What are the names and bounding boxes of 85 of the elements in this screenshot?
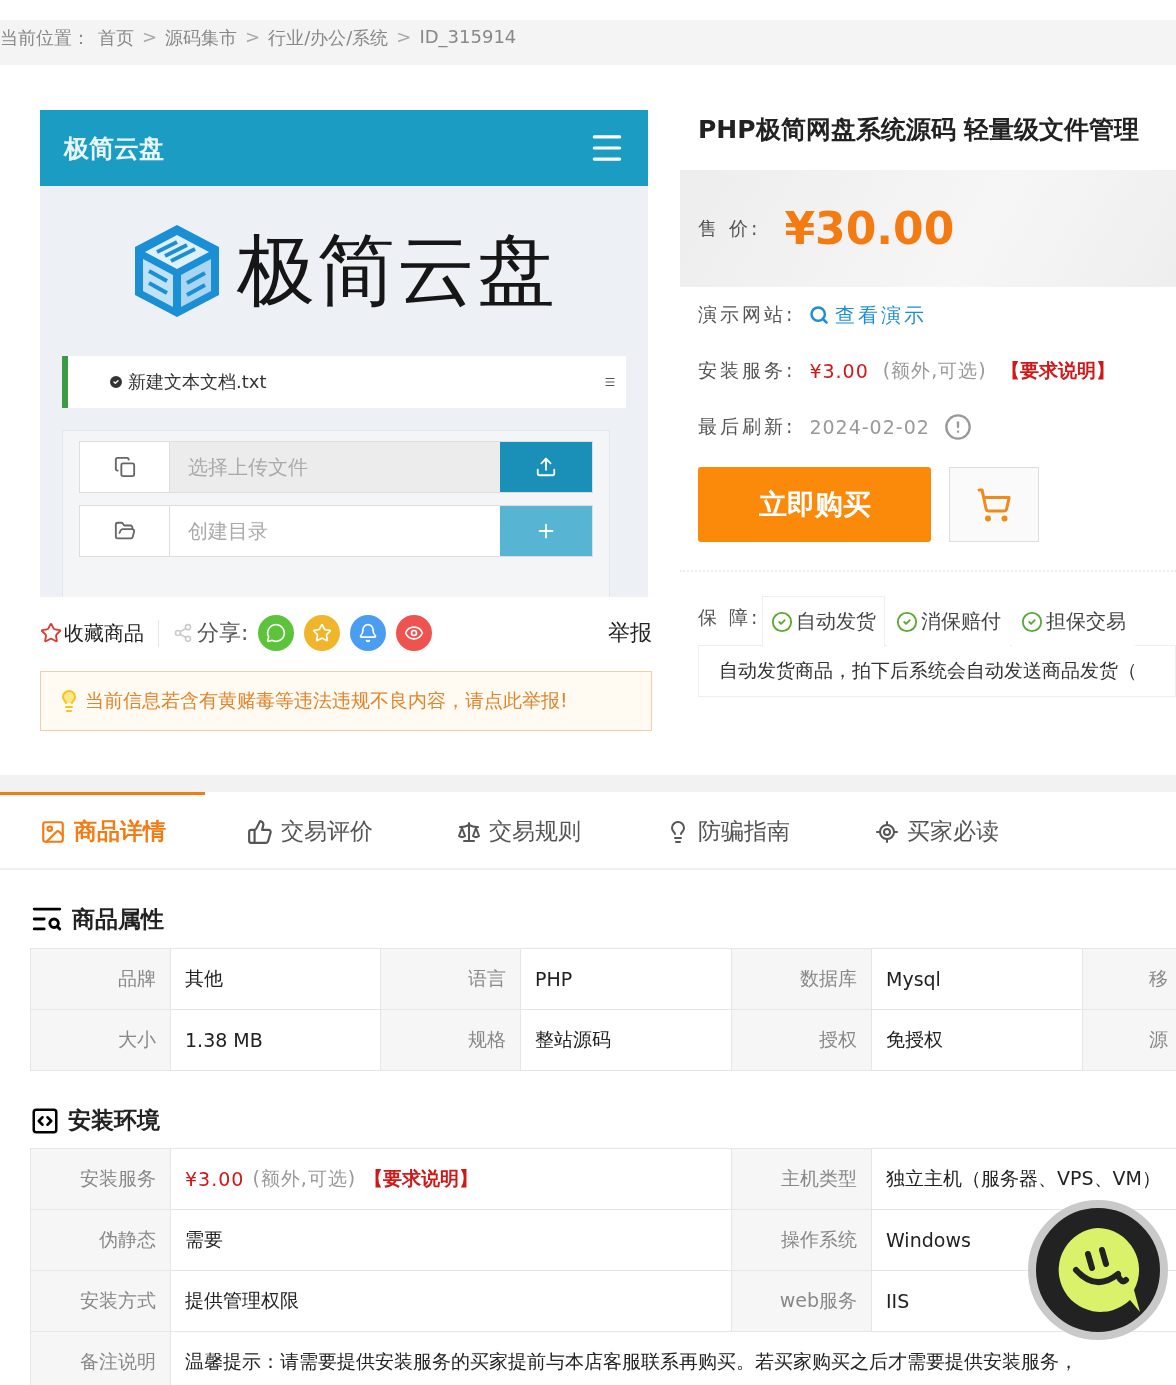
refresh-date: 2024-02-02 xyxy=(809,416,930,438)
install-note: (额外,可选) xyxy=(252,1166,357,1191)
breadcrumb-link[interactable]: 源码集市 xyxy=(165,26,238,50)
label-cell: 备注说明 xyxy=(31,1332,171,1385)
info-label: 最后刷新: xyxy=(698,414,796,439)
copy-icon xyxy=(113,456,136,478)
check-icon xyxy=(108,374,124,390)
share-icon xyxy=(173,623,193,643)
favorite-link[interactable]: 收藏商品 xyxy=(40,619,159,647)
breadcrumb-link[interactable]: 行业/办公/系统 xyxy=(268,26,389,50)
logo-text: 极简云盘 xyxy=(237,223,557,317)
value-cell: 需要 xyxy=(171,1210,732,1271)
eye-icon xyxy=(404,623,425,643)
info-label: 安装服务: xyxy=(698,358,796,383)
thumbs-up-icon xyxy=(246,818,273,845)
bell-icon xyxy=(358,623,379,643)
alert-icon xyxy=(943,413,972,441)
app-title: 极简云盘 xyxy=(64,132,164,165)
check-icon xyxy=(1021,610,1044,633)
bell-share-button[interactable] xyxy=(350,615,387,651)
input-group[interactable]: 选择上传文件 xyxy=(79,441,593,493)
install-price: ¥3.00 xyxy=(185,1168,245,1190)
eye-share-button[interactable] xyxy=(396,615,433,651)
check-icon xyxy=(771,610,794,633)
breadcrumb-label: 当前位置： xyxy=(0,26,90,50)
check-icon xyxy=(896,610,919,633)
label-cell: 主机类型 xyxy=(732,1149,872,1210)
input-group[interactable]: 创建目录 xyxy=(79,505,593,557)
label-cell: 品牌 xyxy=(31,949,171,1010)
guarantee-label: 保 障: xyxy=(698,605,761,630)
picture-frame-icon xyxy=(39,818,66,845)
search-icon xyxy=(809,305,830,325)
price-label: 售 价: xyxy=(698,215,761,241)
crosshair-icon xyxy=(874,819,899,844)
notice-text: 新建文本文档.txt xyxy=(108,370,267,394)
section-title: 安装环境 xyxy=(68,1106,160,1135)
value-cell: 整站源码 xyxy=(521,1010,732,1071)
install-price: ¥3.00 xyxy=(809,360,869,382)
value-cell: 1.38 MB xyxy=(171,1010,381,1071)
value-cell: 提供管理权限 xyxy=(171,1271,732,1332)
upload-icon xyxy=(535,456,557,478)
section-title: 商品属性 xyxy=(72,904,164,934)
breadcrumb-separator: > xyxy=(396,26,412,47)
label-cell: 源 xyxy=(1083,1010,1176,1071)
label-cell: 规格 xyxy=(381,1010,521,1071)
label-cell: 大小 xyxy=(31,1010,171,1071)
label-cell: 安装服务 xyxy=(31,1149,171,1210)
input-field[interactable]: 选择上传文件 xyxy=(170,442,500,492)
folder-icon xyxy=(113,520,136,542)
value-cell: Mysql xyxy=(872,949,1083,1010)
requirements-link[interactable]: 【要求说明】 xyxy=(1000,358,1115,384)
value-cell: 其他 xyxy=(171,949,381,1010)
star-icon xyxy=(312,623,333,643)
upload-button[interactable] xyxy=(500,442,592,492)
guarantee-tab[interactable]: 自动发货 xyxy=(762,596,886,646)
label-cell: 安装方式 xyxy=(31,1271,171,1332)
install-note: (额外,可选) xyxy=(882,358,987,383)
chat-icon xyxy=(266,623,287,643)
breadcrumb-link[interactable]: 首页 xyxy=(98,26,134,50)
chat-share-button[interactable] xyxy=(258,615,295,651)
value-cell: 免授权 xyxy=(872,1010,1083,1071)
price: ¥30.00 xyxy=(784,203,955,254)
report-link[interactable]: 举报 xyxy=(608,618,652,648)
guarantee-text: 自动发货商品，拍下后系统会自动发送商品发货（ xyxy=(719,658,1137,683)
label-cell: 操作系统 xyxy=(732,1210,872,1271)
breadcrumb-separator: > xyxy=(245,26,261,47)
star-icon xyxy=(40,622,62,644)
label-cell: 移 xyxy=(1083,949,1176,1010)
label-cell: 伪静态 xyxy=(31,1210,171,1271)
share-label: 分享: xyxy=(197,619,249,647)
product-title: PHP极简网盘系统源码 轻量级文件管理 xyxy=(698,114,1141,146)
value-cell: PHP xyxy=(521,949,732,1010)
scale-icon xyxy=(456,819,481,844)
breadcrumb-link[interactable]: ID_315914 xyxy=(419,26,517,47)
cart-button[interactable] xyxy=(949,467,1039,542)
star-share-button[interactable] xyxy=(304,615,341,651)
cart-icon xyxy=(976,486,1012,523)
label-cell: 授权 xyxy=(732,1010,872,1071)
demo-link[interactable]: 查看演示 xyxy=(809,301,928,329)
label-cell: 数据库 xyxy=(732,949,872,1010)
label-cell: 语言 xyxy=(381,949,521,1010)
breadcrumb-separator: > xyxy=(142,26,158,47)
requirements-link[interactable]: 【要求说明】 xyxy=(364,1166,479,1192)
info-label: 演示网站: xyxy=(698,302,796,327)
label-cell: web服务 xyxy=(732,1271,872,1332)
